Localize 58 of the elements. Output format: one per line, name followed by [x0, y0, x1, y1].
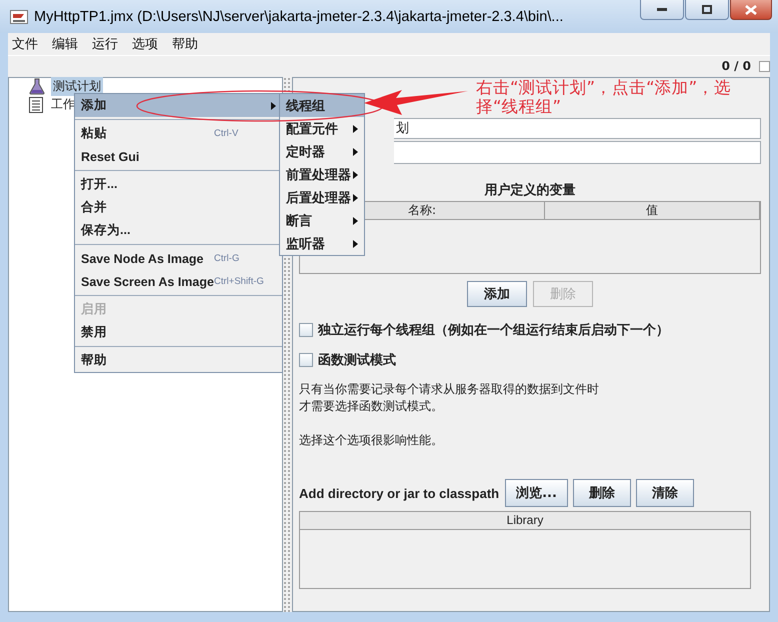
app-icon [10, 10, 28, 24]
close-button[interactable] [730, 0, 772, 20]
submenu-arrow-icon [353, 216, 358, 224]
menu-item[interactable]: 运行 [92, 35, 118, 53]
menu-item[interactable]: Save Screen As ImageCtrl+Shift-G [75, 270, 282, 293]
classpath-button[interactable]: 删除 [572, 479, 631, 507]
annotation-text: 右击“测试计划”，点击“添加”，选择“线程组” [476, 78, 732, 116]
tree-item[interactable]: 测试计划 [51, 77, 103, 96]
submenu-arrow-icon [353, 148, 358, 156]
maximize-icon [702, 5, 712, 14]
help-text: 才需要选择函数测试模式。 [299, 398, 443, 415]
section-title: 用户定义的变量 [484, 182, 576, 199]
classpath-button[interactable]: 浏览... [505, 479, 568, 507]
classpath-label: Add directory or jar to classpath [299, 486, 500, 500]
name-field[interactable]: 划 [394, 118, 761, 139]
menu-item[interactable]: 前置处理器 [280, 163, 364, 186]
menu-item[interactable]: 合并 [75, 196, 282, 219]
submenu-arrow-icon [353, 124, 358, 132]
menu-item[interactable]: Save Node As Image Ctrl-G [75, 247, 282, 270]
menu-item[interactable]: 线程组 [280, 94, 364, 117]
add-button[interactable]: 添加 [467, 281, 527, 307]
help-text: 只有当你需要记录每个请求从服务器取得的数据到文件时 [299, 381, 599, 398]
menu-item[interactable]: 保存为... [75, 219, 282, 242]
checkbox-label[interactable]: 独立运行每个线程组（例如在一个组运行结束后启动下一个） [318, 321, 669, 339]
menu-item[interactable]: 文件 [12, 35, 38, 53]
submenu-arrow-icon [353, 240, 358, 248]
menu-item[interactable]: Reset Gui [75, 145, 282, 168]
status-indicator [759, 60, 770, 72]
clipboard-icon [29, 96, 43, 113]
checkbox-label[interactable]: 函数测试模式 [318, 351, 396, 369]
menu-item[interactable]: 粘贴 Ctrl-V [75, 122, 282, 145]
window-title: MyHttpTP1.jmx (D:\Users\NJ\server\jakarta-jmeter-2.3.4\jakarta-jmeter-2.3.4\bin\... [34, 8, 564, 24]
menu-item[interactable]: 禁用 [75, 321, 282, 344]
checkbox[interactable] [299, 353, 313, 367]
menu-item[interactable]: 定时器 [280, 140, 364, 163]
menu-item[interactable]: 编辑 [52, 35, 78, 53]
submenu-arrow-icon [353, 170, 358, 178]
maximize-button[interactable] [685, 0, 729, 20]
help-text: 选择这个选项很影响性能。 [299, 432, 443, 449]
flask-icon [29, 78, 45, 95]
menu-item[interactable]: 帮助 [75, 349, 282, 372]
thread-count: 0 / 0 [722, 59, 751, 73]
menu-item[interactable]: 监听器 [280, 232, 364, 255]
menu-item[interactable]: 打开... [75, 173, 282, 196]
classpath-button[interactable]: 清除 [636, 479, 694, 507]
menu-item[interactable]: 帮助 [172, 35, 198, 53]
checkbox[interactable] [299, 323, 313, 337]
tree-item[interactable]: 工作 [49, 95, 77, 114]
menu-item[interactable]: 配置元件 [280, 117, 364, 140]
menu-item[interactable]: 选项 [132, 35, 158, 53]
minimize-button[interactable] [640, 0, 684, 20]
minimize-icon [657, 8, 667, 12]
column-header: Library [300, 512, 750, 530]
menu-item[interactable]: 添加 [75, 94, 282, 117]
submenu-arrow-icon [353, 194, 358, 202]
column-header: 值 [545, 202, 760, 219]
close-icon [745, 4, 757, 14]
comments-field[interactable] [394, 141, 761, 164]
